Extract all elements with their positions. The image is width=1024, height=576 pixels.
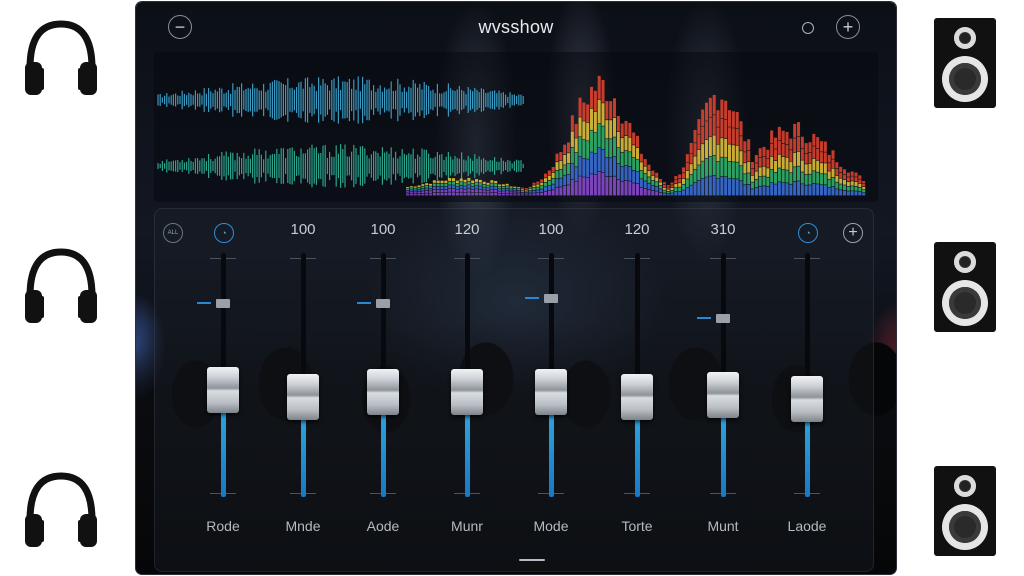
plus-circle-icon[interactable]: + <box>836 15 860 39</box>
trim-knob[interactable] <box>376 299 390 309</box>
app-window: − wvsshow + ALL + ◔ Rode 100 Mnde 100 Aode 120… <box>136 2 896 574</box>
speaker-icon[interactable]: ◔ <box>798 223 818 243</box>
trim-indicator <box>525 297 539 300</box>
top-bar: − wvsshow + <box>136 2 896 54</box>
speaker-icon[interactable]: ◔ <box>214 223 234 243</box>
trim-knob[interactable] <box>544 294 558 304</box>
trim-indicator <box>197 302 211 305</box>
channel-label: Laode <box>787 518 827 534</box>
channel-value: 100 <box>370 221 396 238</box>
channel-value: 120 <box>624 221 650 238</box>
speaker-icon <box>934 242 996 332</box>
headphones-icon <box>25 20 97 95</box>
channel-label: Mode <box>533 518 569 534</box>
fader-knob[interactable] <box>535 369 567 416</box>
panel-drag-handle[interactable] <box>519 559 545 561</box>
channel-label: Aode <box>366 518 400 534</box>
speaker-icon <box>934 18 996 108</box>
mixer-settings-icon[interactable]: ALL <box>163 223 183 243</box>
fader-knob[interactable] <box>207 366 239 413</box>
fader-knob[interactable] <box>707 371 739 418</box>
app-title: wvsshow <box>478 17 554 37</box>
headphones-icon <box>25 248 97 323</box>
trim-indicator <box>357 302 371 305</box>
fader-knob[interactable] <box>791 376 823 423</box>
channel-label: Munr <box>451 518 483 534</box>
channel-label: Rode <box>206 518 240 534</box>
trim-indicator <box>697 317 711 319</box>
channel-value: 120 <box>454 221 480 238</box>
channel-value: 100 <box>290 221 316 238</box>
waveform-spectrum-graphic <box>157 75 866 196</box>
fader-knob[interactable] <box>451 369 483 416</box>
audio-visualizer <box>154 52 878 202</box>
record-dot-icon[interactable] <box>802 22 814 34</box>
channel-value: 310 <box>710 221 736 238</box>
fader-knob[interactable] <box>287 373 319 420</box>
channel-value: 100 <box>538 221 564 238</box>
add-channel-icon[interactable]: + <box>843 223 863 243</box>
fader-knob[interactable] <box>621 373 653 420</box>
trim-knob[interactable] <box>716 314 730 323</box>
fader-knob[interactable] <box>367 369 399 416</box>
channel-label: Mnde <box>285 518 321 534</box>
speaker-icon <box>934 466 996 556</box>
channel-label: Torte <box>621 518 653 534</box>
channel-label: Munt <box>707 518 739 534</box>
headphones-icon <box>25 472 97 547</box>
trim-knob[interactable] <box>216 299 230 309</box>
mixer-panel: ALL + ◔ Rode 100 Mnde 100 Aode 120 Munr 100 Mode 1… <box>154 208 874 572</box>
